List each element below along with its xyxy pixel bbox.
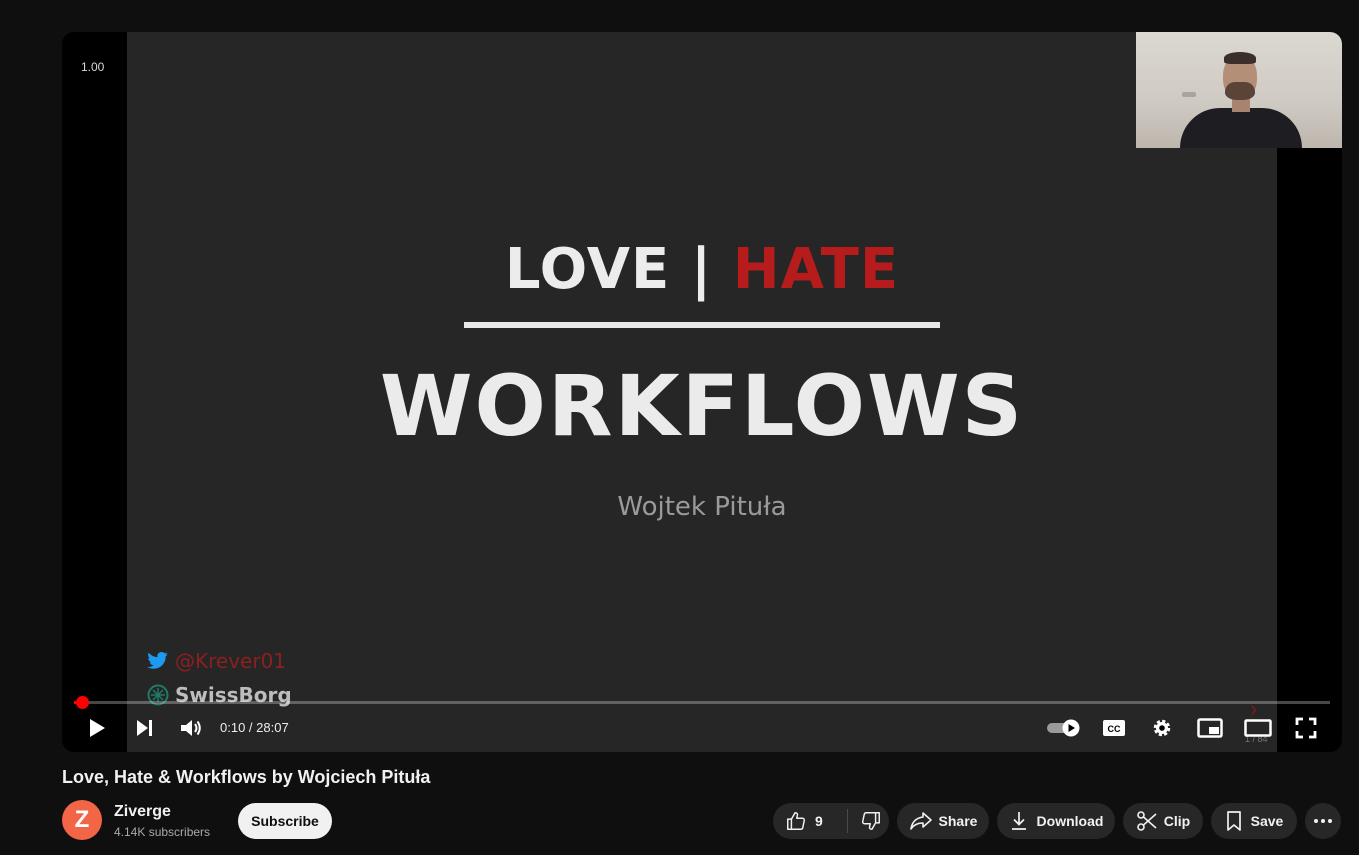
playback-speed-label: 1.00: [81, 60, 105, 74]
progress-scrubber[interactable]: [75, 696, 89, 709]
slide-title-main: WORKFLOWS: [379, 357, 1025, 455]
slide-title-hate: HATE: [732, 237, 900, 302]
download-label: Download: [1036, 813, 1104, 829]
share-label: Share: [938, 813, 978, 829]
scissors-icon: [1136, 811, 1157, 831]
slide-title-separator: |: [690, 237, 713, 302]
clip-label: Clip: [1163, 813, 1191, 829]
thumbs-up-icon: [787, 812, 806, 830]
autoplay-toggle[interactable]: [1044, 712, 1084, 744]
twitter-bird-icon: [147, 652, 168, 669]
slide-title-love: LOVE: [504, 237, 671, 302]
subscriber-count: 4.14K subscribers: [114, 825, 211, 839]
settings-button[interactable]: [1149, 712, 1175, 744]
channel-avatar[interactable]: Z: [62, 800, 102, 840]
slide-title-rule: [464, 322, 940, 328]
theater-mode-button[interactable]: [1244, 712, 1272, 744]
autoplay-toggle-icon: [1047, 719, 1080, 737]
slide-twitter: @Krever01: [147, 649, 286, 673]
more-horizontal-icon: [1314, 819, 1332, 823]
like-dislike-group: 9: [773, 803, 889, 839]
download-icon: [1011, 812, 1026, 830]
like-count: 9: [815, 813, 823, 829]
thumbs-down-icon: [861, 812, 880, 830]
fullscreen-button[interactable]: [1294, 712, 1318, 744]
share-button[interactable]: Share: [897, 803, 989, 839]
channel-avatar-letter: Z: [74, 806, 90, 833]
save-button[interactable]: Save: [1211, 803, 1297, 839]
channel-name[interactable]: Ziverge: [114, 803, 171, 821]
volume-button[interactable]: [178, 712, 204, 744]
theater-mode-icon: [1244, 719, 1272, 737]
captions-button[interactable]: CC: [1101, 712, 1127, 744]
slide-title-love-hate: LOVE | HATE: [62, 237, 1342, 302]
subscribe-button[interactable]: Subscribe: [238, 803, 332, 839]
like-divider: [847, 809, 848, 833]
fullscreen-icon: [1295, 717, 1317, 739]
next-icon: [137, 720, 152, 736]
next-button[interactable]: [132, 712, 156, 744]
miniplayer-icon: [1197, 718, 1223, 738]
gear-icon: [1153, 719, 1171, 737]
twitter-handle: @Krever01: [175, 649, 287, 673]
time-display: 0:10 / 28:07: [220, 720, 289, 735]
dislike-button[interactable]: [854, 810, 882, 832]
play-icon: [90, 719, 105, 737]
video-title: Love, Hate & Workflows by Wojciech Pituł…: [62, 767, 431, 787]
bookmark-icon: [1226, 811, 1241, 831]
play-button[interactable]: [84, 712, 110, 744]
player-controls: 0:10 / 28:07 CC: [62, 712, 1342, 752]
miniplayer-button[interactable]: [1196, 712, 1224, 744]
share-arrow-icon: [909, 812, 932, 830]
like-button[interactable]: 9: [773, 810, 837, 832]
download-button[interactable]: Download: [997, 803, 1115, 839]
speaker-webcam-overlay: [1136, 32, 1342, 148]
video-player[interactable]: 1.00 LOVE | HATE WORKFLOWS Wojtek Pituła…: [62, 32, 1342, 752]
svg-text:CC: CC: [1108, 724, 1121, 734]
captions-icon: CC: [1103, 720, 1125, 736]
slide-author: Wojtek Pituła: [617, 492, 787, 522]
more-actions-button[interactable]: [1305, 803, 1341, 839]
clip-button[interactable]: Clip: [1123, 803, 1203, 839]
save-label: Save: [1250, 813, 1284, 829]
volume-icon: [181, 720, 201, 736]
progress-bar[interactable]: [74, 696, 1330, 709]
